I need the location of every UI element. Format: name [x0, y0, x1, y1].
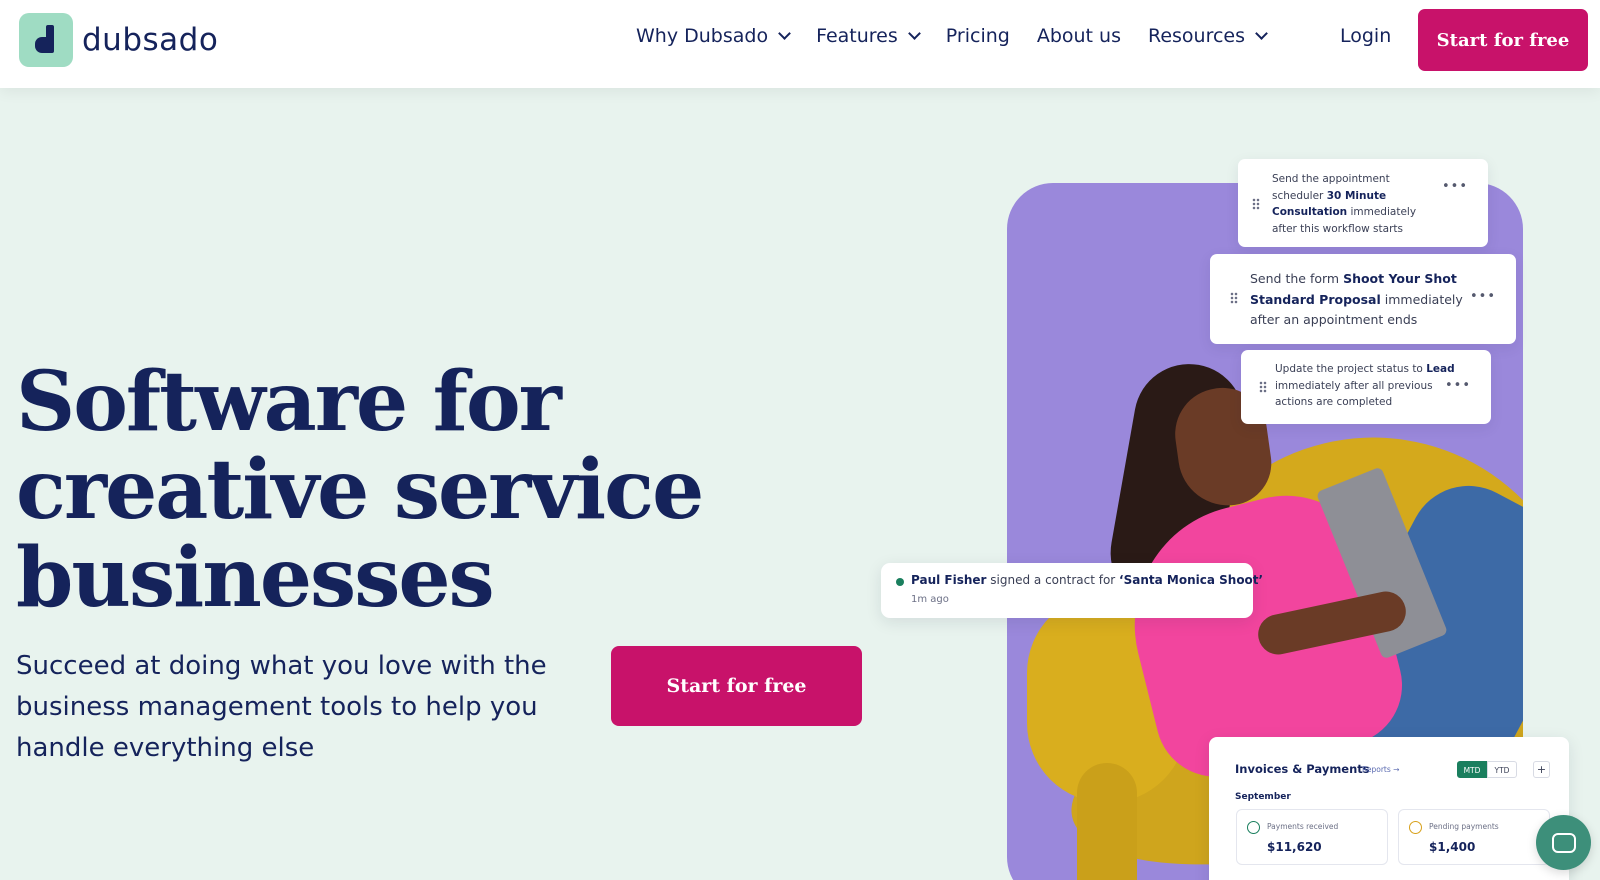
- tile-value: $11,620: [1267, 840, 1322, 854]
- period-toggle: MTD YTD: [1457, 761, 1517, 778]
- hero-headline: Software for creative service businesses: [16, 354, 704, 626]
- top-navbar: dubsado Why Dubsado Features Pricing Abo…: [0, 0, 1600, 88]
- drag-handle-icon[interactable]: [1230, 292, 1238, 304]
- add-button[interactable]: +: [1533, 761, 1550, 778]
- workflow-card: Send the form Shoot Your Shot Standard P…: [1210, 254, 1516, 344]
- more-options-icon[interactable]: •••: [1442, 179, 1468, 194]
- payments-received-tile: Payments received $11,620: [1236, 809, 1388, 865]
- nav-about-us[interactable]: About us: [1037, 25, 1121, 47]
- clock-icon: [1409, 821, 1422, 834]
- reports-link[interactable]: Reports →: [1362, 765, 1399, 774]
- tile-value: $1,400: [1429, 840, 1476, 854]
- workflow-card-text: Update the project status to Lead immedi…: [1275, 363, 1455, 408]
- workflow-card-text: Send the appointment scheduler 30 Minute…: [1272, 173, 1417, 235]
- chat-bubble-icon: [1551, 832, 1576, 853]
- nav-menu: Why Dubsado Features Pricing About us Re…: [636, 25, 1293, 47]
- notification-time: 1m ago: [911, 594, 949, 605]
- nav-label: Resources: [1147, 25, 1246, 47]
- ytd-toggle[interactable]: YTD: [1487, 761, 1517, 778]
- nav-label: Pricing: [945, 25, 1010, 47]
- chevron-down-icon: [907, 27, 921, 40]
- check-circle-icon: [1247, 821, 1260, 834]
- nav-label: Features: [816, 25, 898, 47]
- notification-text: Paul Fisher signed a contract for ‘Santa…: [911, 573, 1264, 587]
- tile-label: Payments received: [1267, 822, 1339, 831]
- drag-handle-icon[interactable]: [1259, 381, 1267, 393]
- chevron-down-icon: [778, 27, 791, 40]
- nav-pricing[interactable]: Pricing: [946, 25, 1010, 47]
- mtd-toggle[interactable]: MTD: [1457, 761, 1487, 778]
- tile-label: Pending payments: [1429, 822, 1499, 831]
- nav-label: Why Dubsado: [636, 25, 769, 47]
- login-link[interactable]: Login: [1340, 25, 1391, 47]
- status-dot-icon: [896, 578, 904, 586]
- drag-handle-icon[interactable]: [1252, 198, 1260, 210]
- dubsado-logo[interactable]: dubsado: [19, 13, 218, 67]
- workflow-card: Update the project status to Lead immedi…: [1241, 350, 1491, 424]
- pending-payments-tile: Pending payments $1,400: [1398, 809, 1550, 865]
- start-for-free-nav-button[interactable]: Start for free: [1418, 9, 1588, 71]
- month-label: September: [1235, 792, 1291, 802]
- workflow-card: Send the appointment scheduler 30 Minute…: [1238, 159, 1488, 247]
- chair-leg-shape: [1077, 763, 1137, 880]
- logo-wordmark: dubsado: [82, 22, 219, 58]
- widget-title: Invoices & Payments: [1235, 762, 1370, 776]
- start-for-free-hero-button[interactable]: Start for free: [611, 646, 862, 726]
- nav-resources[interactable]: Resources: [1147, 25, 1268, 47]
- contract-signed-notification: Paul Fisher signed a contract for ‘Santa…: [881, 563, 1263, 618]
- nav-label: About us: [1036, 25, 1121, 47]
- chevron-down-icon: [1255, 27, 1268, 40]
- logo-mark-icon: [19, 13, 73, 67]
- nav-features[interactable]: Features: [816, 25, 921, 47]
- chat-launcher-button[interactable]: [1536, 815, 1591, 870]
- workflow-card-text: Send the form Shoot Your Shot Standard P…: [1250, 271, 1463, 327]
- nav-why-dubsado[interactable]: Why Dubsado: [636, 25, 791, 47]
- more-options-icon[interactable]: •••: [1470, 289, 1496, 304]
- more-options-icon[interactable]: •••: [1445, 378, 1471, 393]
- invoices-payments-widget: Invoices & Payments Reports → MTD YTD + …: [1209, 737, 1569, 880]
- hero-subtext: Succeed at doing what you love with the …: [16, 651, 547, 763]
